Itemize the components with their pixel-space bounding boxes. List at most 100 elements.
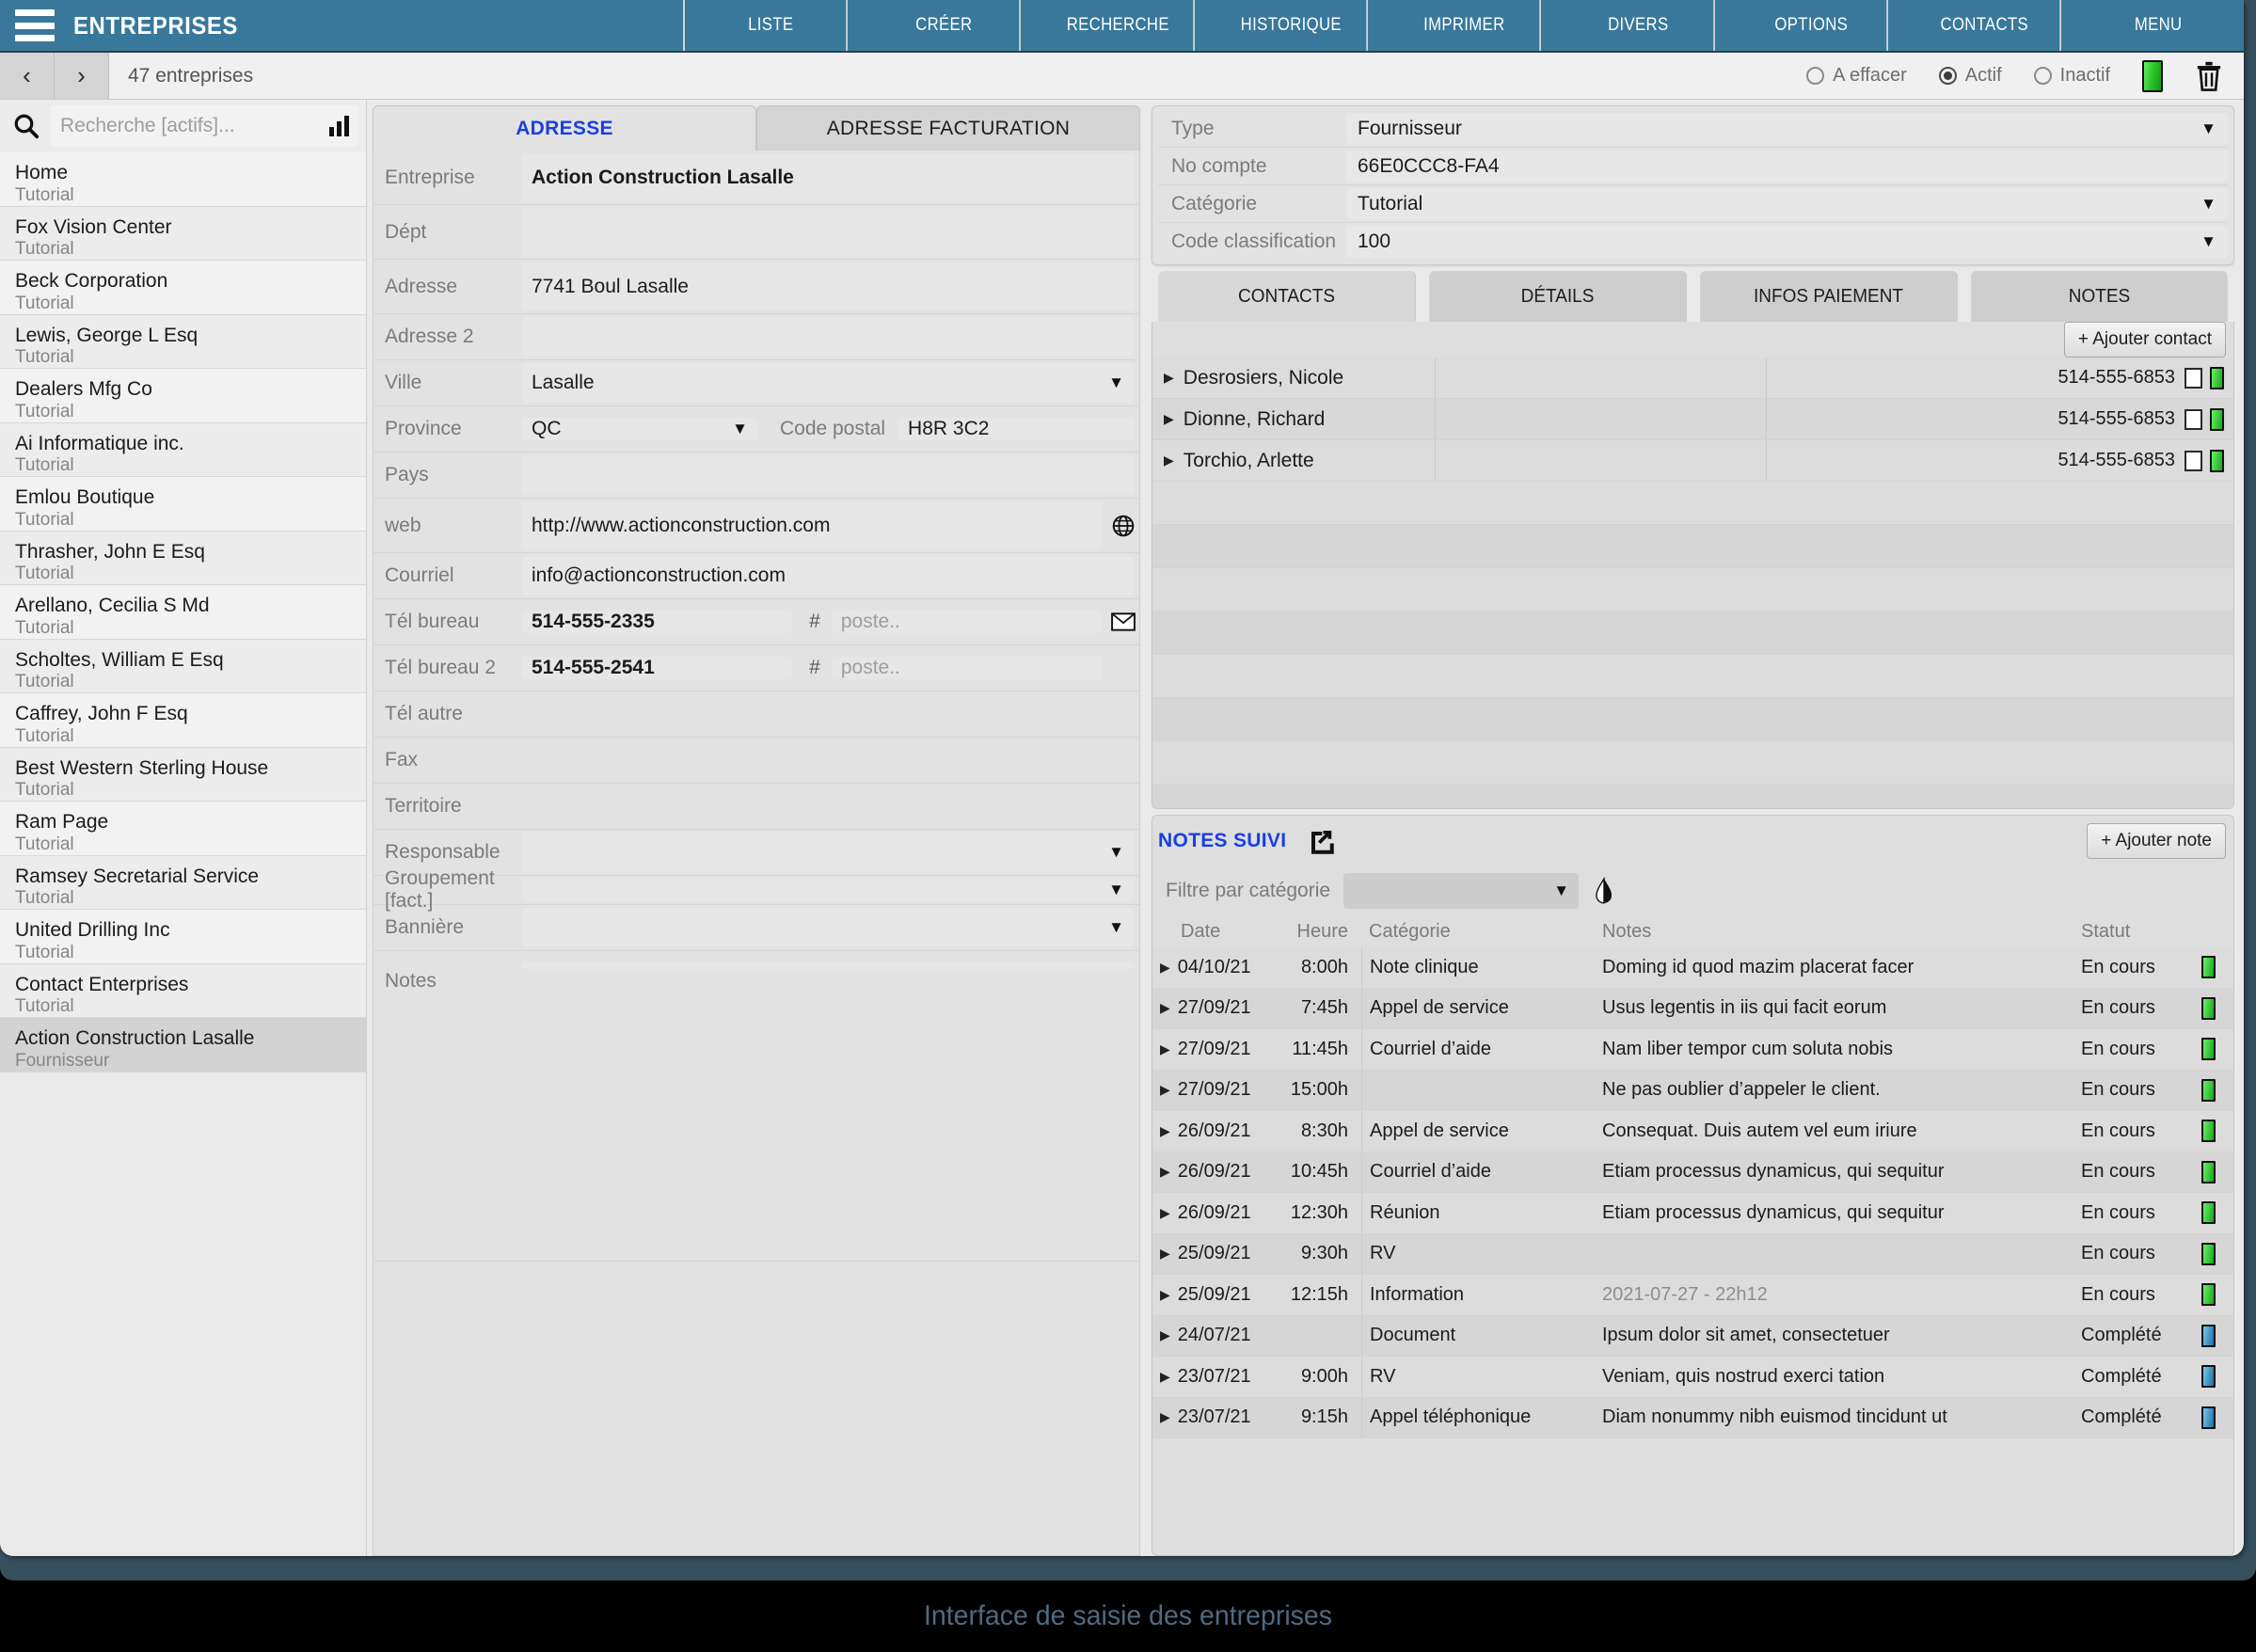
list-item[interactable]: Fox Vision Center Tutorial <box>0 206 366 261</box>
previous-record-button[interactable]: ‹ <box>0 53 55 99</box>
value-tel-bureau2-poste[interactable]: poste.. <box>831 657 1102 679</box>
radio-a-effacer[interactable]: A effacer <box>1806 65 1907 87</box>
note-row[interactable]: ▶ 25/09/21 9:30h RV En cours <box>1152 1233 2233 1275</box>
list-item[interactable]: Emlou Boutique Tutorial <box>0 477 366 532</box>
value-groupement[interactable]: ▼ <box>522 879 1134 901</box>
expand-triangle-icon[interactable]: ▶ <box>1164 370 1174 386</box>
note-row[interactable]: ▶ 04/10/21 8:00h Note clinique Doming id quo… <box>1152 947 2233 989</box>
tab-notes[interactable]: NOTES <box>1971 271 2228 322</box>
list-item[interactable]: Dealers Mfg Co Tutorial <box>0 369 366 423</box>
list-item[interactable]: Ram Page Tutorial <box>0 802 366 856</box>
notes-filter-select[interactable]: ▼ <box>1343 873 1580 909</box>
list-item[interactable]: Contact Enterprises Tutorial <box>0 963 366 1018</box>
contact-checkbox[interactable] <box>2185 450 2202 471</box>
list-item[interactable]: Beck Corporation Tutorial <box>0 261 366 315</box>
value-adresse[interactable]: 7741 Boul Lasalle <box>522 262 1134 310</box>
note-row[interactable]: ▶ 26/09/21 8:30h Appel de service Consequat.… <box>1152 1111 2233 1152</box>
value-tel-bureau-poste[interactable]: poste.. <box>831 611 1102 633</box>
value-province[interactable]: QC ▼ <box>522 418 757 440</box>
chevron-down-icon-banniere[interactable]: ▼ <box>1101 918 1124 937</box>
radio-actif[interactable]: Actif <box>1938 65 2002 87</box>
value-responsable[interactable]: ▼ <box>522 833 1134 872</box>
type-row-value[interactable]: Tutorial ▼ <box>1346 188 2228 219</box>
note-row[interactable]: ▶ 27/09/21 7:45h Appel de service Usus legen… <box>1152 988 2233 1029</box>
nav-tab-menu[interactable]: MENU <box>2083 0 2233 51</box>
expand-triangle-icon[interactable]: ▶ <box>1160 1123 1170 1139</box>
tab-adresse[interactable]: ADRESSE <box>373 105 756 151</box>
company-list[interactable]: Home Tutorial Fox Vision Center Tutorial Bec… <box>0 152 366 1556</box>
nav-tab-recherche[interactable]: RECHERCHE <box>1042 0 1195 51</box>
envelope-icon[interactable] <box>1107 599 1139 644</box>
value-courriel[interactable]: info@actionconstruction.com <box>522 556 1134 596</box>
list-item[interactable]: Caffrey, John F Esq Tutorial <box>0 693 366 748</box>
note-row[interactable]: ▶ 26/09/21 12:30h Réunion Etiam processus dy… <box>1152 1193 2233 1234</box>
nav-tab-liste[interactable]: LISTE <box>695 0 849 51</box>
list-item[interactable]: Ramsey Secretarial Service Tutorial <box>0 855 366 910</box>
list-item[interactable]: Scholtes, William E Esq Tutorial <box>0 639 366 693</box>
expand-triangle-icon[interactable]: ▶ <box>1160 1164 1170 1180</box>
note-row[interactable]: ▶ 23/07/21 9:00h RV Veniam, quis nostrud exe… <box>1152 1357 2233 1398</box>
list-item[interactable]: Lewis, George L Esq Tutorial <box>0 314 366 369</box>
contact-checkbox[interactable] <box>2185 408 2202 430</box>
nav-tab-contacts[interactable]: CONTACTS <box>1909 0 2062 51</box>
chevron-down-icon[interactable]: ▼ <box>2193 232 2216 251</box>
chevron-down-icon[interactable]: ▼ <box>2193 195 2216 214</box>
list-item[interactable]: Thrasher, John E Esq Tutorial <box>0 531 366 585</box>
trash-icon[interactable] <box>2195 60 2223 92</box>
note-row[interactable]: ▶ 23/07/21 9:15h Appel téléphonique Diam non… <box>1152 1397 2233 1438</box>
expand-triangle-icon[interactable]: ▶ <box>1164 411 1174 427</box>
nav-tab-historique[interactable]: HISTORIQUE <box>1215 0 1369 51</box>
expand-triangle-icon[interactable]: ▶ <box>1160 1000 1170 1016</box>
chevron-down-icon-province[interactable]: ▼ <box>724 420 748 438</box>
value-pays[interactable] <box>522 455 1134 495</box>
chevron-down-icon-responsable[interactable]: ▼ <box>1101 843 1124 862</box>
search-icon[interactable] <box>6 105 47 147</box>
add-note-button[interactable]: + Ajouter note <box>2087 823 2226 859</box>
expand-triangle-icon[interactable]: ▶ <box>1160 1409 1170 1425</box>
value-dept[interactable] <box>522 208 1134 256</box>
nav-tab-options[interactable]: OPTIONS <box>1736 0 1889 51</box>
list-item[interactable]: Action Construction Lasalle Fournisseur <box>0 1018 366 1072</box>
note-row[interactable]: ▶ 26/09/21 10:45h Courriel d’aide Etiam proc… <box>1152 1152 2233 1193</box>
type-row-value[interactable]: 66E0CCC8-FA4 <box>1346 151 2228 182</box>
value-tel-bureau2[interactable]: 514-555-2541 <box>522 657 793 679</box>
tab-infos-paiement[interactable]: INFOS PAIEMENT <box>1700 271 1958 322</box>
value-web[interactable]: http://www.actionconstruction.com <box>522 501 1102 549</box>
value-tel-bureau[interactable]: 514-555-2335 <box>522 611 793 633</box>
tab-contacts[interactable]: CONTACTS <box>1158 271 1416 322</box>
globe-icon[interactable] <box>1107 499 1139 552</box>
list-item[interactable]: Best Western Sterling House Tutorial <box>0 747 366 802</box>
value-notes[interactable] <box>522 961 1134 969</box>
contact-row[interactable]: ▶ Torchio, Arlette 514-555-6853 <box>1152 440 2233 482</box>
hamburger-menu-icon[interactable] <box>15 9 55 41</box>
expand-triangle-icon[interactable]: ▶ <box>1160 1287 1170 1303</box>
chevron-down-icon-groupement[interactable]: ▼ <box>1101 881 1124 899</box>
expand-triangle-icon[interactable]: ▶ <box>1164 453 1174 469</box>
expand-triangle-icon[interactable]: ▶ <box>1160 1246 1170 1262</box>
chevron-down-icon-ville[interactable]: ▼ <box>1101 373 1124 392</box>
list-item[interactable]: United Drilling Inc Tutorial <box>0 910 366 964</box>
tab-adresse-facturation[interactable]: ADRESSE FACTURATION <box>756 105 1140 151</box>
chevron-down-icon[interactable]: ▼ <box>2193 119 2216 138</box>
chevron-down-icon-notes-filter[interactable]: ▼ <box>1546 882 1569 900</box>
value-banniere[interactable]: ▼ <box>522 908 1134 947</box>
note-row[interactable]: ▶ 25/09/21 12:15h Information 2021-07-27 - 2… <box>1152 1275 2233 1316</box>
next-record-button[interactable]: › <box>55 53 109 99</box>
contact-row[interactable]: ▶ Dionne, Richard 514-555-6853 <box>1152 399 2233 440</box>
type-row-value[interactable]: Fournisseur ▼ <box>1346 113 2228 144</box>
radio-inactif[interactable]: Inactif <box>2033 65 2110 87</box>
search-input[interactable] <box>60 115 322 137</box>
expand-triangle-icon[interactable]: ▶ <box>1160 1041 1170 1057</box>
list-item[interactable]: Home Tutorial <box>0 152 366 207</box>
add-contact-button[interactable]: + Ajouter contact <box>2063 322 2226 357</box>
value-entreprise[interactable]: Action Construction Lasalle <box>522 153 1134 201</box>
nav-tab-imprimer[interactable]: IMPRIMER <box>1389 0 1542 51</box>
note-row[interactable]: ▶ 24/07/21 Document Ipsum dolor sit amet, c… <box>1152 1315 2233 1357</box>
note-row[interactable]: ▶ 27/09/21 15:00h Ne pas oublier d’appeler … <box>1152 1070 2233 1111</box>
value-code-postal[interactable]: H8R 3C2 <box>898 418 1135 440</box>
contact-row[interactable]: ▶ Desrosiers, Nicole 514-555-6853 <box>1152 357 2233 399</box>
expand-triangle-icon[interactable]: ▶ <box>1160 1205 1170 1221</box>
value-ville[interactable]: Lasalle ▼ <box>522 363 1134 403</box>
expand-triangle-icon[interactable]: ▶ <box>1160 1082 1170 1098</box>
external-link-icon[interactable] <box>1307 827 1335 855</box>
